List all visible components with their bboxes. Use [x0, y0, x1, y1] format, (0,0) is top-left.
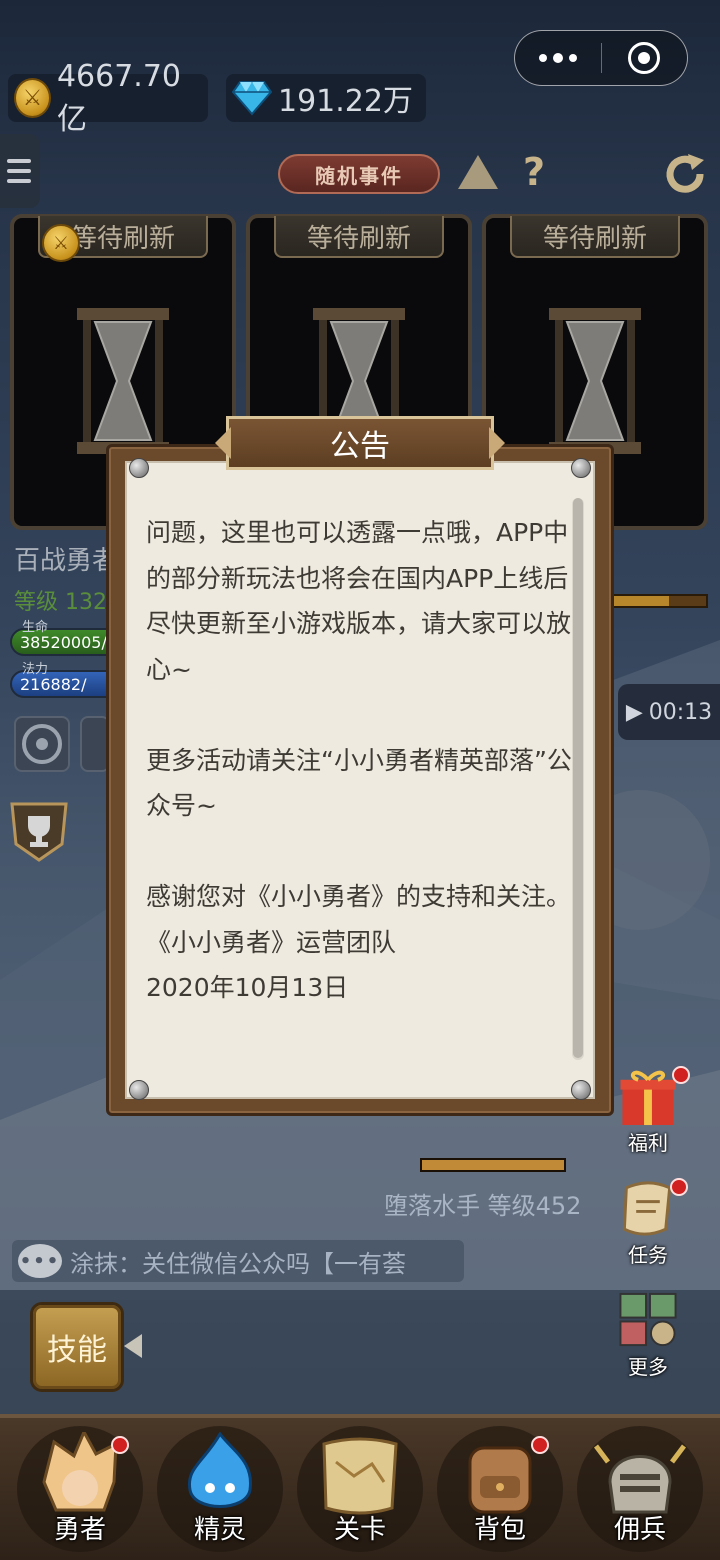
- rivet-decoration: [129, 1080, 149, 1100]
- notice-title: 公告: [226, 416, 494, 470]
- notification-badge: [111, 1436, 129, 1454]
- diamond-amount: 191.22万: [278, 84, 413, 119]
- bottom-navigation: 勇者 精灵 关卡 背包 佣兵: [0, 1414, 720, 1560]
- hero-level: 等级 132: [14, 590, 107, 615]
- notice-paragraph: [146, 829, 576, 875]
- notification-badge: [531, 1436, 549, 1454]
- compass-icon[interactable]: [14, 716, 70, 772]
- scrollbar-thumb[interactable]: [573, 498, 583, 1058]
- hp-value: 38520005/: [20, 632, 107, 652]
- miniprogram-capsule: [514, 30, 688, 86]
- more-button[interactable]: 更多: [606, 1290, 690, 1380]
- mp-label: 法力: [22, 662, 49, 677]
- notice-paragraph: 2020年10月13日: [146, 973, 349, 1002]
- card-tag: 等待刷新: [274, 216, 444, 258]
- notification-badge: [670, 1178, 688, 1196]
- notice-paragraph: 感谢您对《小小勇者》的支持和关注。: [146, 882, 572, 911]
- boss-progress-bar: [612, 594, 708, 608]
- hero-name: 百战勇者: [14, 546, 119, 576]
- battle-timer[interactable]: ▶ 00:13: [618, 684, 720, 740]
- nav-label: 勇者: [53, 1515, 106, 1545]
- nav-label: 佣兵: [613, 1515, 666, 1545]
- gold-coin-icon: ⚔: [42, 224, 80, 262]
- help-icon[interactable]: ?: [516, 150, 552, 194]
- more-dots-icon[interactable]: [515, 31, 601, 85]
- diamond-icon: [232, 78, 272, 118]
- rivet-decoration: [571, 458, 591, 478]
- chat-message: 涂抹：关住微信公众吗【一有荟: [70, 1249, 406, 1278]
- target-icon[interactable]: [602, 31, 688, 85]
- notice-scrollbar[interactable]: [572, 498, 584, 1060]
- hourglass-icon: [549, 308, 641, 454]
- tasks-label: 任务: [628, 1243, 668, 1267]
- enemy-hp-bar: [420, 1158, 566, 1172]
- diamond-display: 191.22万: [226, 74, 426, 122]
- skill-button[interactable]: 技能: [30, 1302, 124, 1392]
- hp-label: 生命: [22, 620, 49, 635]
- gold-display: ⚔ 4667.70亿: [8, 59, 208, 137]
- tasks-button[interactable]: 任务: [606, 1178, 690, 1268]
- notice-paragraph: 问题，这里也可以透露一点哦，APP中的部分新玩法也将会在国内APP上线后尽快更新…: [146, 518, 572, 684]
- nav-stage[interactable]: 关卡: [297, 1426, 423, 1552]
- nav-hero[interactable]: 勇者: [17, 1426, 143, 1552]
- nav-label: 背包: [473, 1515, 526, 1545]
- welfare-label: 福利: [628, 1131, 668, 1155]
- notification-badge: [672, 1066, 690, 1084]
- refresh-icon[interactable]: [662, 152, 708, 198]
- mp-bar: 法力 216882/: [10, 662, 120, 698]
- chat-bar[interactable]: ••• 涂抹：关住微信公众吗【一有荟: [12, 1240, 464, 1282]
- nav-label: 关卡: [333, 1515, 386, 1545]
- rivet-decoration: [571, 1080, 591, 1100]
- menu-icon[interactable]: [0, 134, 40, 208]
- notice-content[interactable]: 问题，这里也可以透露一点哦，APP中的部分新玩法也将会在国内APP上线后尽快更新…: [146, 510, 576, 1011]
- grid-menu-icon: [619, 1292, 677, 1347]
- notice-paragraph: 《小小勇者》运营团队: [146, 927, 397, 957]
- nav-spirit[interactable]: 精灵: [157, 1426, 283, 1552]
- hourglass-icon: [77, 308, 169, 454]
- random-event-button[interactable]: 随机事件: [278, 154, 440, 194]
- nav-label: 精灵: [193, 1515, 246, 1545]
- welfare-button[interactable]: 福利: [606, 1066, 690, 1156]
- notice-paragraph: [146, 692, 576, 738]
- play-icon: ▶: [625, 699, 643, 725]
- timer-value: 00:13: [648, 699, 713, 725]
- warning-triangle-icon[interactable]: [458, 155, 498, 189]
- rivet-decoration: [129, 458, 149, 478]
- more-label: 更多: [628, 1355, 668, 1379]
- card-tag: 等待刷新: [510, 216, 680, 258]
- chat-bubble-icon: •••: [18, 1244, 62, 1278]
- collapse-arrow-icon[interactable]: [124, 1334, 142, 1358]
- enemy-name: 堕落水手 等级452: [384, 1192, 582, 1220]
- gift-icon: [620, 1070, 676, 1126]
- hp-bar: 生命 38520005/: [10, 620, 120, 656]
- trophy-icon[interactable]: [8, 800, 70, 862]
- nav-mercenary[interactable]: 佣兵: [577, 1426, 703, 1552]
- notice-paragraph: 更多活动请关注“小小勇者精英部落”公众号~: [146, 745, 572, 821]
- mp-value: 216882/: [20, 674, 87, 694]
- gold-amount: 4667.70亿: [56, 58, 182, 137]
- gold-coin-icon: ⚔: [14, 78, 51, 118]
- nav-backpack[interactable]: 背包: [437, 1426, 563, 1552]
